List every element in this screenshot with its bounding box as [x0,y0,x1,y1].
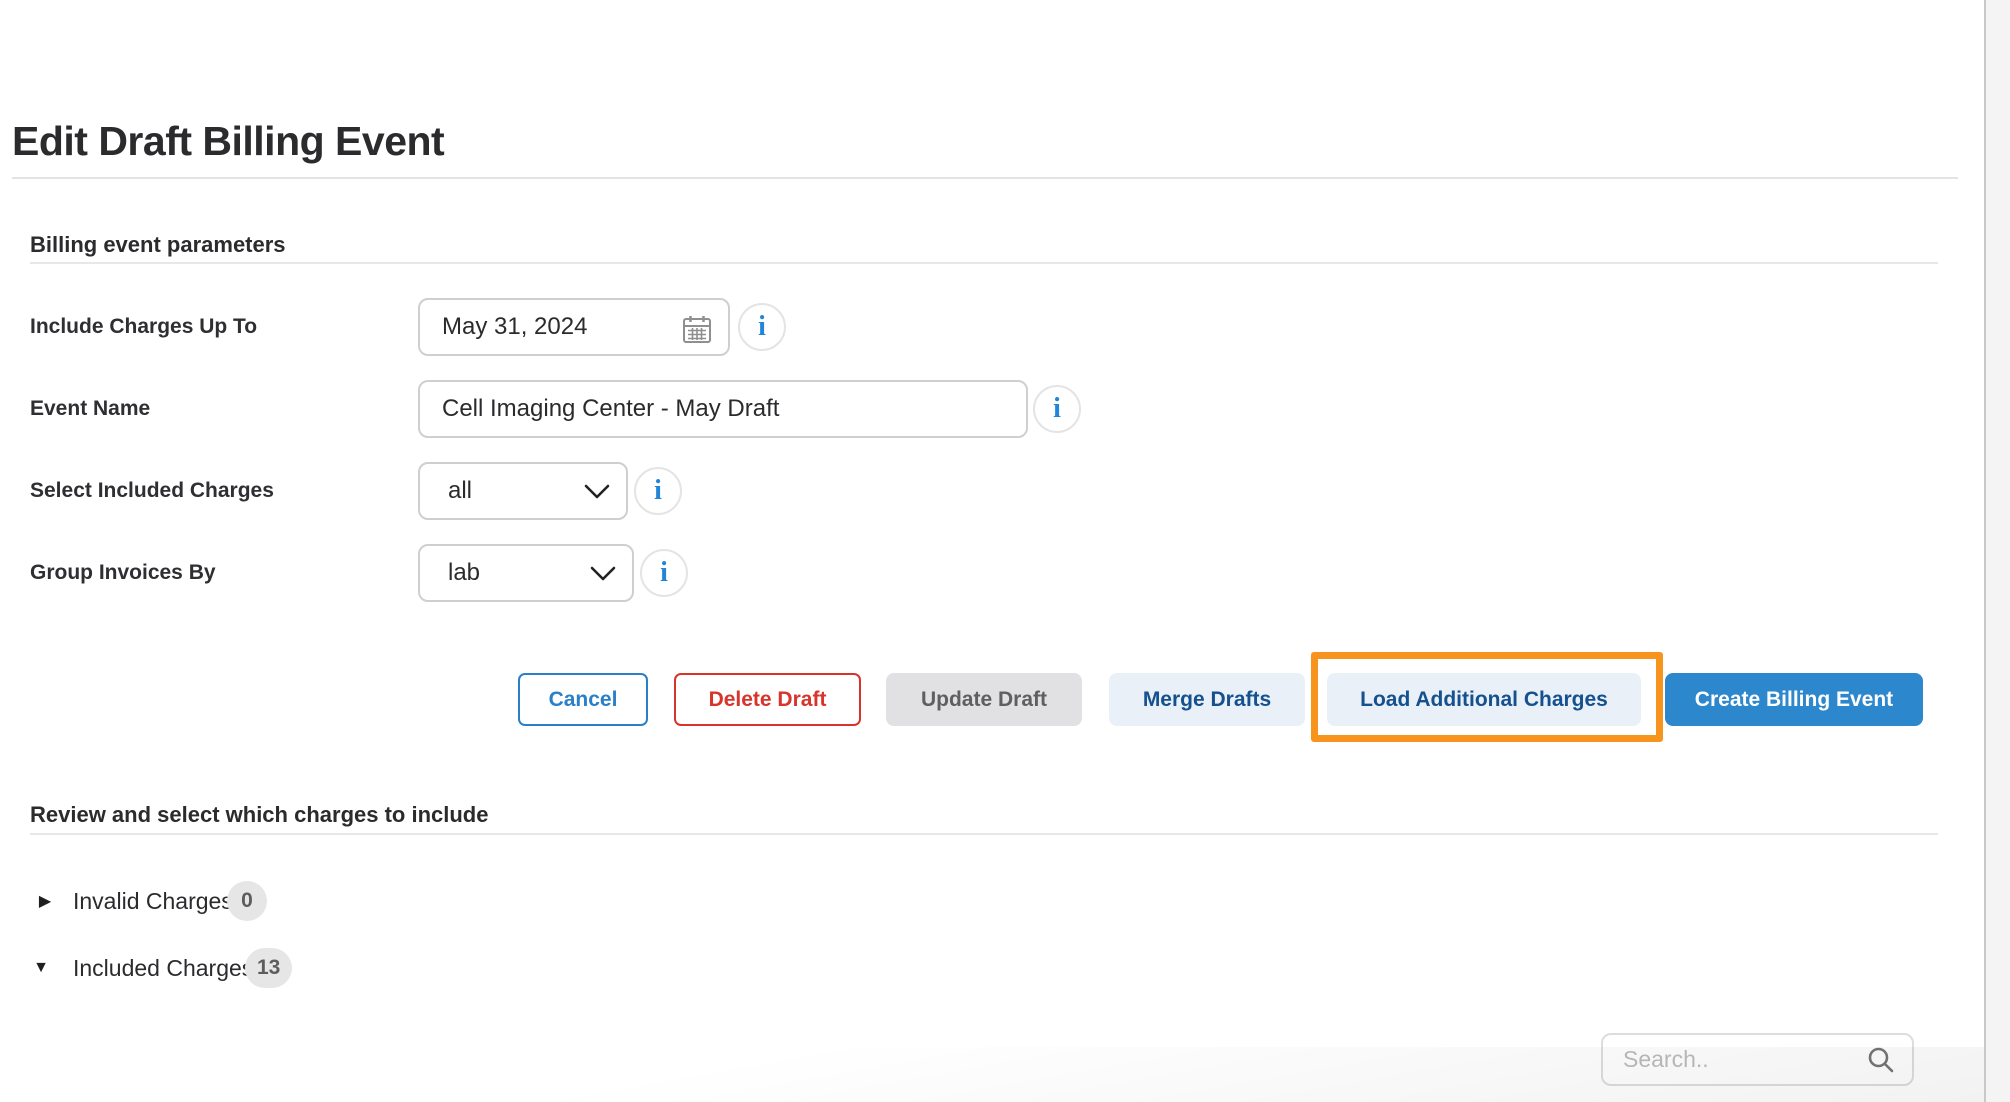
invalid-charges-label[interactable]: Invalid Charges [73,888,233,915]
delete-draft-button[interactable]: Delete Draft [674,673,861,726]
review-section-divider [30,833,1938,835]
form-row-event-name: Event Name i [0,380,1984,438]
select-included-charges-label: Select Included Charges [30,462,274,520]
calendar-icon[interactable] [682,314,712,349]
select-included-charges-info-button[interactable]: i [634,467,682,515]
group-invoices-value: lab [420,559,590,587]
title-divider [12,177,1958,179]
cancel-button[interactable]: Cancel [518,673,648,726]
invalid-charges-group[interactable]: ▶ Invalid Charges 0 [0,877,600,925]
included-charges-label[interactable]: Included Charges [73,955,253,982]
include-charges-label: Include Charges Up To [30,298,257,356]
search-input[interactable] [1603,1045,1867,1074]
search-icon[interactable] [1867,1046,1894,1073]
include-charges-info-button[interactable]: i [738,303,786,351]
chevron-down-icon [584,484,610,499]
include-charges-date-field[interactable] [418,298,730,356]
select-included-charges-dropdown[interactable]: all [418,462,628,520]
event-name-input[interactable] [420,395,1026,423]
form-row-group-invoices: Group Invoices By lab i [0,544,1984,602]
caret-right-icon[interactable]: ▶ [30,891,60,911]
page-title: Edit Draft Billing Event [12,118,444,165]
group-invoices-label: Group Invoices By [30,544,216,602]
caret-down-icon[interactable]: ▼ [26,959,56,977]
select-included-charges-value: all [420,477,584,505]
included-charges-count-badge: 13 [245,948,292,988]
group-invoices-dropdown[interactable]: lab [418,544,634,602]
page-gutter [1986,0,2010,1102]
charges-search-box [1601,1033,1914,1086]
form-row-include-charges: Include Charges Up To i [0,298,1984,356]
group-invoices-info-button[interactable]: i [640,549,688,597]
merge-drafts-button[interactable]: Merge Drafts [1109,673,1305,726]
invalid-charges-count-badge: 0 [227,881,267,921]
info-icon: i [660,559,668,587]
info-icon: i [758,313,766,341]
create-billing-event-button[interactable]: Create Billing Event [1665,673,1923,726]
chevron-down-icon [590,566,616,581]
info-icon: i [1053,395,1061,423]
include-charges-date-input[interactable] [420,313,672,341]
review-section-heading: Review and select which charges to inclu… [30,802,488,828]
included-charges-group[interactable]: ▼ Included Charges 13 [0,944,600,992]
load-additional-charges-button[interactable]: Load Additional Charges [1327,673,1641,726]
event-name-label: Event Name [30,380,150,438]
parameters-section-heading: Billing event parameters [30,232,286,258]
event-name-info-button[interactable]: i [1033,385,1081,433]
form-row-select-included-charges: Select Included Charges all i [0,462,1984,520]
update-draft-button[interactable]: Update Draft [886,673,1082,726]
event-name-field[interactable] [418,380,1028,438]
info-icon: i [654,477,662,505]
parameters-section-divider [30,262,1938,264]
